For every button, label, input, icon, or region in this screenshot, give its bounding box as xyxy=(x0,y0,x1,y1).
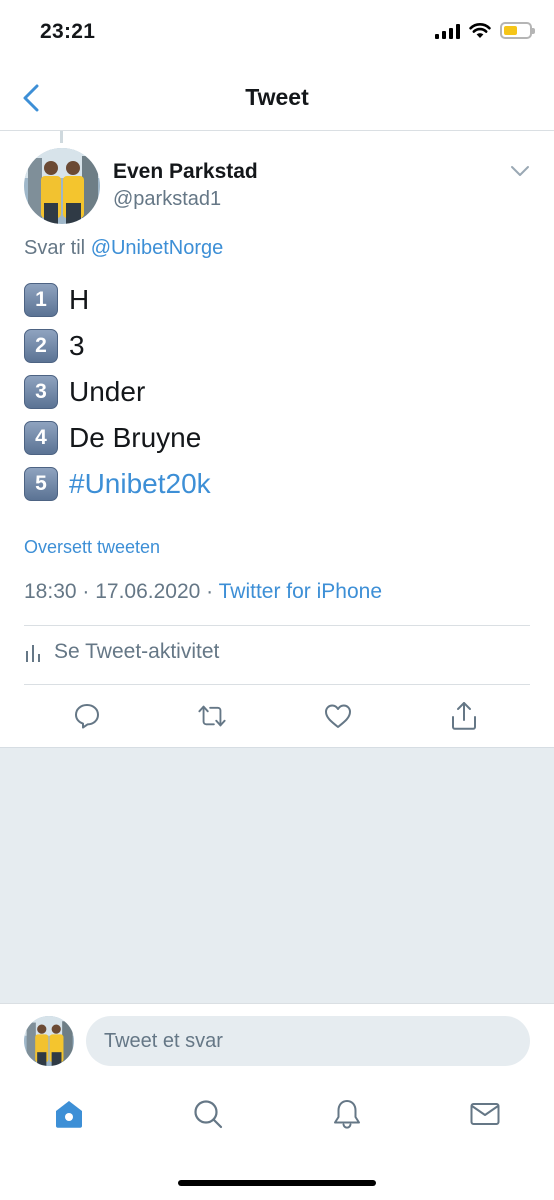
tweet-actions xyxy=(0,696,554,746)
reply-input[interactable]: Tweet et svar xyxy=(86,1016,530,1066)
page-title: Tweet xyxy=(245,84,309,110)
bell-icon xyxy=(334,1100,360,1129)
share-icon xyxy=(452,702,476,730)
user-avatar[interactable] xyxy=(24,1016,74,1066)
author-info[interactable]: Even Parkstad @parkstad1 xyxy=(113,160,258,211)
avatar[interactable] xyxy=(24,148,100,224)
tweet-activity-link[interactable]: Se Tweet-aktivitet xyxy=(24,640,219,664)
battery-icon xyxy=(500,22,535,39)
tab-search[interactable] xyxy=(191,1097,225,1131)
reply-context: Svar til @UnibetNorge xyxy=(24,237,223,260)
reply-prefix: Svar til xyxy=(24,237,86,259)
line-text: H xyxy=(69,284,90,315)
activity-label: Se Tweet-aktivitet xyxy=(54,640,220,663)
translate-link[interactable]: Oversett tweeten xyxy=(24,537,160,558)
tab-bar xyxy=(0,1079,554,1200)
line-text: De Bruyne xyxy=(69,422,202,453)
tweet-line: 2 3 xyxy=(24,323,211,369)
tweet-meta: 18:30 · 17.06.2020 · Twitter for iPhone xyxy=(24,580,382,604)
divider xyxy=(24,684,530,685)
tab-notifications[interactable] xyxy=(330,1097,364,1131)
search-icon xyxy=(194,1100,223,1129)
status-icons xyxy=(435,22,535,39)
chevron-down-icon[interactable] xyxy=(510,164,530,178)
tweet-line: 1 H xyxy=(24,277,211,323)
reply-composer-bar: Tweet et svar xyxy=(0,1003,554,1079)
source-link[interactable]: Twitter for iPhone xyxy=(219,580,382,603)
heart-icon xyxy=(325,704,351,728)
reply-to-link[interactable]: @UnibetNorge xyxy=(91,237,224,259)
wifi-icon xyxy=(469,23,491,38)
share-button[interactable] xyxy=(449,700,479,732)
tweet-text: 1 H 2 3 3 Under 4 De Bruyne 5 #Unibet20k xyxy=(24,277,211,507)
home-indicator xyxy=(178,1180,376,1186)
timestamp: 18:30 · 17.06.2020 · xyxy=(24,580,219,603)
author-handle[interactable]: @parkstad1 xyxy=(113,188,258,211)
divider xyxy=(24,625,530,626)
comment-icon xyxy=(75,704,99,729)
navigation-bar: Tweet xyxy=(0,66,554,131)
tab-home[interactable] xyxy=(52,1097,86,1131)
mail-icon xyxy=(470,1103,500,1125)
retweet-icon xyxy=(198,705,226,727)
tweet-line: 5 #Unibet20k xyxy=(24,461,211,507)
tab-messages[interactable] xyxy=(468,1097,502,1131)
keycap-icon: 2 xyxy=(24,329,58,363)
like-button[interactable] xyxy=(323,700,353,732)
line-text: Under xyxy=(69,376,146,407)
keycap-icon: 4 xyxy=(24,421,58,455)
retweet-button[interactable] xyxy=(197,700,227,732)
analytics-icon xyxy=(26,645,40,662)
author-name[interactable]: Even Parkstad xyxy=(113,160,258,184)
tweet-line: 3 Under xyxy=(24,369,211,415)
thread-connector xyxy=(60,131,63,143)
tweet-line: 4 De Bruyne xyxy=(24,415,211,461)
home-icon xyxy=(56,1101,82,1128)
empty-replies-area xyxy=(0,747,554,1003)
keycap-icon: 1 xyxy=(24,283,58,317)
keycap-icon: 3 xyxy=(24,375,58,409)
keycap-icon: 5 xyxy=(24,467,58,501)
reply-button[interactable] xyxy=(72,700,102,732)
cellular-signal-icon xyxy=(435,23,460,39)
status-bar: 23:21 xyxy=(0,0,554,66)
line-text: 3 xyxy=(69,330,85,361)
status-time: 23:21 xyxy=(40,20,96,43)
hashtag-link[interactable]: #Unibet20k xyxy=(69,468,211,500)
